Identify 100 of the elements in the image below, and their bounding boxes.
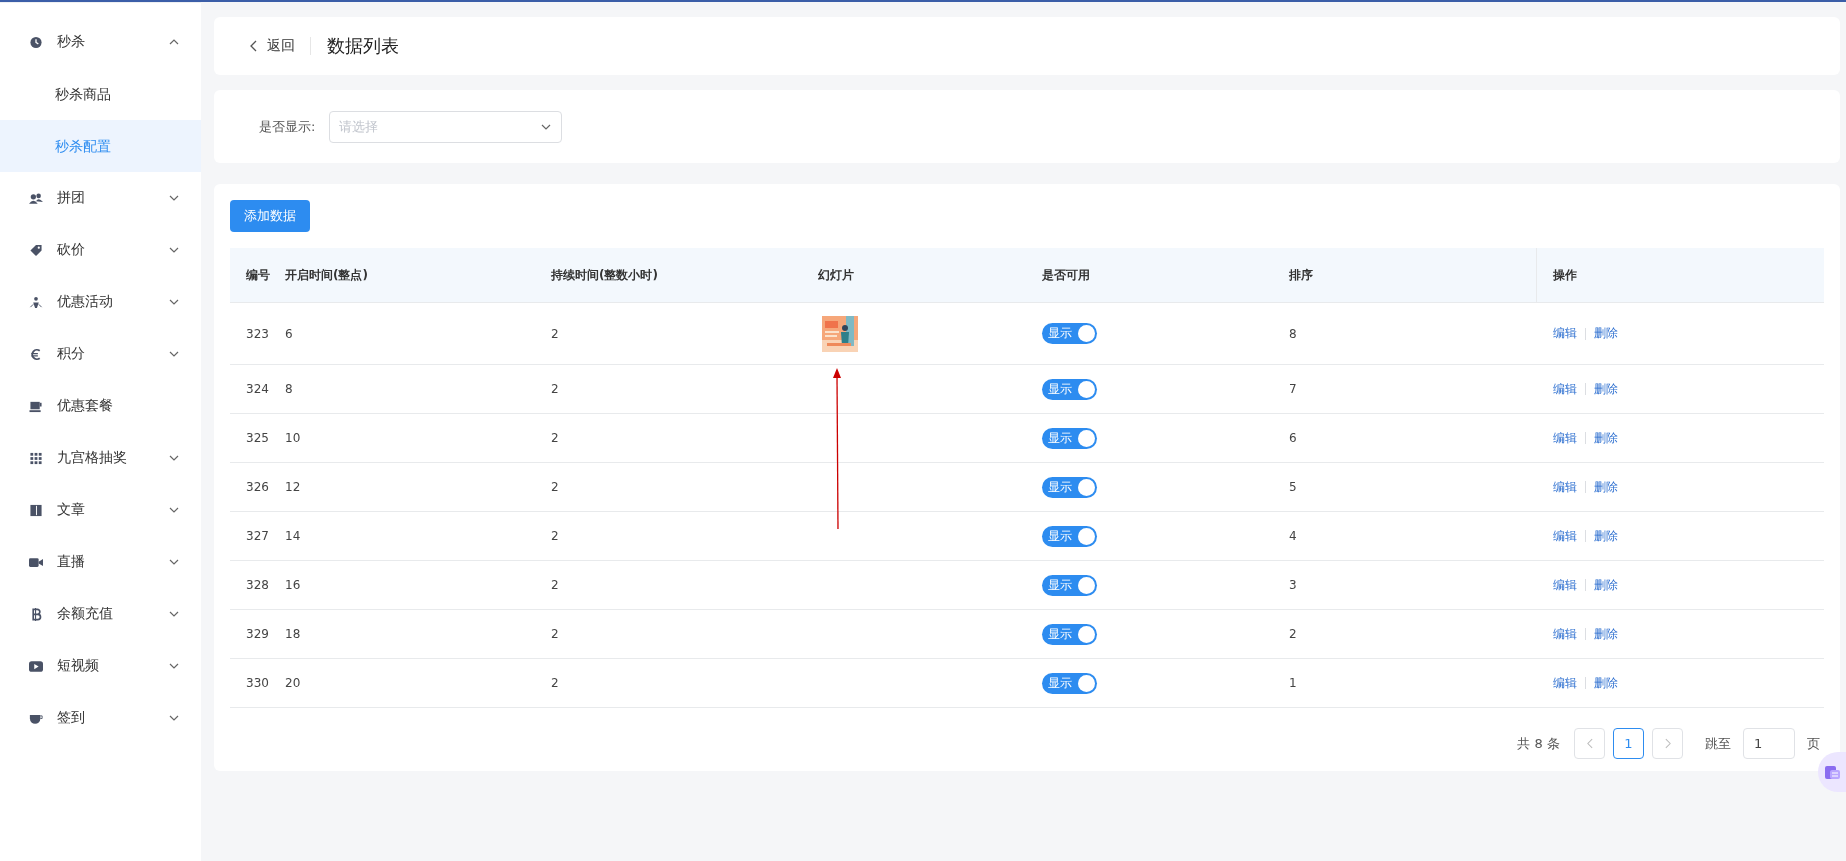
video-camera-icon [29, 555, 43, 569]
edit-link[interactable]: 编辑 [1553, 380, 1577, 398]
next-page-button[interactable] [1652, 728, 1683, 759]
table-cell-text: 8 [284, 382, 294, 396]
column-header: 排序 [1288, 266, 1314, 284]
total-count: 共 8 条 [1517, 734, 1560, 753]
table-cell-text: 6 [1288, 431, 1298, 445]
menu-item[interactable]: 签到 [0, 692, 201, 744]
book-icon [29, 503, 43, 517]
column-header: 是否可用 [1041, 266, 1091, 284]
edit-link[interactable]: 编辑 [1553, 674, 1577, 692]
delete-link[interactable]: 删除 [1594, 625, 1618, 643]
table-cell-text: 2 [550, 529, 560, 543]
toggle-switch[interactable]: 显示 [1042, 623, 1097, 645]
toggle-switch[interactable]: 显示 [1042, 427, 1097, 449]
menu-item[interactable]: 余额充值 [0, 588, 201, 640]
column-header: 编号 [245, 266, 271, 284]
table-cell-text: 2 [1288, 627, 1298, 641]
edit-link[interactable]: 编辑 [1553, 429, 1577, 447]
table-cell-text: 2 [550, 627, 560, 641]
play-icon [29, 659, 43, 673]
table-cell-text: 20 [284, 676, 302, 690]
toggle-switch[interactable]: 显示 [1042, 525, 1097, 547]
table-cell-text: 324 [245, 382, 270, 396]
cup-icon [29, 399, 43, 413]
toggle-switch[interactable]: 显示 [1042, 323, 1097, 344]
delete-link[interactable]: 删除 [1594, 429, 1618, 447]
table-cell-text: 330 [245, 676, 270, 690]
table-cell-text: 8 [1288, 326, 1298, 341]
delete-link[interactable]: 删除 [1594, 325, 1618, 342]
edit-link[interactable]: 编辑 [1553, 478, 1577, 496]
table-cell-text: 2 [550, 326, 560, 341]
delete-link[interactable]: 删除 [1594, 380, 1618, 398]
table-cell-text: 2 [550, 431, 560, 445]
dropdown-caret-icon [541, 123, 552, 130]
delete-link[interactable]: 删除 [1594, 478, 1618, 496]
coin-icon [29, 607, 43, 621]
page-input[interactable]: 1 [1743, 728, 1795, 759]
delete-link[interactable]: 删除 [1594, 527, 1618, 545]
menu-item[interactable]: 拼团 [0, 172, 201, 224]
table-cell-text: 10 [284, 431, 302, 445]
table-cell-text: 2 [550, 578, 560, 592]
jump-label: 跳至 [1705, 734, 1731, 753]
table-cell-text: 328 [245, 578, 270, 592]
page-suffix: 页 [1807, 734, 1820, 753]
prev-page-button[interactable] [1574, 728, 1605, 759]
menu-item[interactable]: 直播 [0, 536, 201, 588]
table-cell-text: 14 [284, 529, 302, 543]
column-header: 持续时间(整数小时) [550, 266, 659, 284]
menu-item[interactable]: 砍价 [0, 224, 201, 276]
filter-label: 是否显示: [259, 117, 316, 136]
clock-icon [29, 35, 43, 49]
table-cell-text: 7 [1288, 382, 1298, 396]
table-cell-text: 3 [1288, 578, 1298, 592]
column-header: 幻灯片 [817, 266, 855, 284]
table-cell-text: 4 [1288, 529, 1298, 543]
add-button[interactable]: 添加数据 [230, 200, 310, 232]
table-cell-text: 323 [245, 326, 270, 341]
page-title: 数据列表 [327, 34, 399, 58]
table-cell-text: 2 [550, 480, 560, 494]
table-cell-text: 1 [1288, 676, 1298, 690]
chevron-right-icon [1664, 738, 1671, 749]
table-cell-text: 16 [284, 578, 302, 592]
table-cell-text: 327 [245, 529, 270, 543]
table-cell-text: 329 [245, 627, 270, 641]
menu-item[interactable]: 短视频 [0, 640, 201, 692]
table-cell-text: 2 [550, 382, 560, 396]
table-cell-text: 2 [550, 676, 560, 690]
submenu-item[interactable]: 秒杀配置 [0, 120, 201, 172]
menu-item[interactable]: 优惠活动 [0, 276, 201, 328]
floating-assistant-icon[interactable] [1818, 752, 1846, 792]
tag-icon [29, 243, 43, 257]
edit-link[interactable]: 编辑 [1553, 576, 1577, 594]
back-button[interactable]: 返回 [250, 37, 295, 55]
menu-item[interactable]: 秒杀 [0, 16, 201, 68]
delete-link[interactable]: 删除 [1594, 674, 1618, 692]
delete-link[interactable]: 删除 [1594, 576, 1618, 594]
euro-icon [29, 347, 43, 361]
edit-link[interactable]: 编辑 [1553, 527, 1577, 545]
menu-item[interactable]: 优惠套餐 [0, 380, 201, 432]
people-icon [29, 191, 43, 205]
figure-icon [29, 295, 43, 309]
menu-item[interactable]: 积分 [0, 328, 201, 380]
edit-link[interactable]: 编辑 [1553, 325, 1577, 342]
toggle-switch[interactable]: 显示 [1042, 672, 1097, 694]
table-cell-text: 325 [245, 431, 270, 445]
edit-link[interactable]: 编辑 [1553, 625, 1577, 643]
toggle-switch[interactable]: 显示 [1042, 476, 1097, 498]
table-cell-text: 326 [245, 480, 270, 494]
toggle-switch[interactable]: 显示 [1042, 378, 1097, 400]
chevron-left-icon [1586, 738, 1593, 749]
submenu-item[interactable]: 秒杀商品 [0, 68, 201, 120]
column-header: 开启时间(整点) [284, 266, 369, 284]
column-header: 操作 [1536, 248, 1824, 302]
table-cell-text: 5 [1288, 480, 1298, 494]
menu-item[interactable]: 九宫格抽奖 [0, 432, 201, 484]
table-cell-text: 18 [284, 627, 302, 641]
page-button[interactable]: 1 [1613, 728, 1644, 759]
toggle-switch[interactable]: 显示 [1042, 574, 1097, 596]
menu-item[interactable]: 文章 [0, 484, 201, 536]
